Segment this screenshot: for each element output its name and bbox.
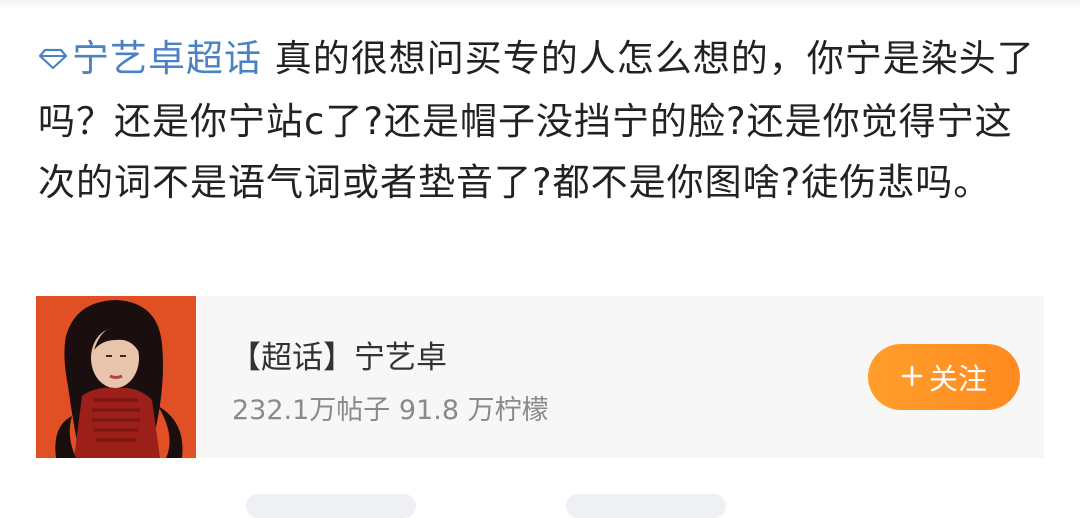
topic-link[interactable]: 宁艺卓超话 [38, 37, 262, 80]
topic-label: 宁艺卓超话 [72, 37, 262, 80]
bottom-action-pill[interactable] [566, 494, 726, 518]
post-text: 宁艺卓超话 真的很想问买专的人怎么想的，你宁是染头了吗？还是你宁站c了?还是帽子… [38, 28, 1038, 213]
supertopic-card[interactable]: 【超话】宁艺卓 232.1万帖子 91.8 万柠檬 关注 [36, 296, 1044, 458]
follow-button[interactable]: 关注 [868, 344, 1020, 410]
diamond-icon [38, 27, 68, 88]
supertopic-stats: 232.1万帖子 91.8 万柠檬 [232, 395, 549, 426]
supertopic-title: 【超话】宁艺卓 [230, 340, 447, 376]
plus-icon [901, 360, 923, 394]
bottom-action-pill[interactable] [246, 494, 416, 518]
supertopic-thumbnail [36, 296, 196, 458]
top-fade [0, 0, 1080, 8]
follow-label: 关注 [928, 362, 987, 396]
